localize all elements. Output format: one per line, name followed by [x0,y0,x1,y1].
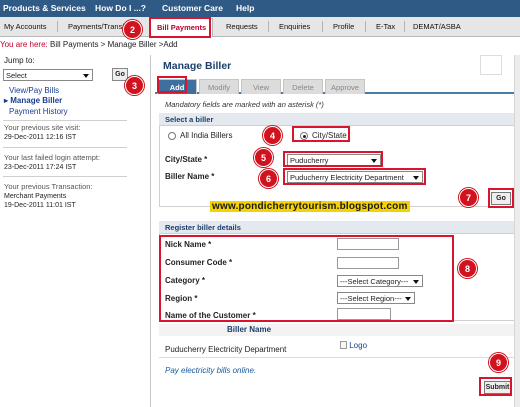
sidebar: Jump to: Select Go View/Pay Bills ▸ Mana… [0,52,130,407]
divider [159,357,519,358]
tab-separator [268,21,269,32]
sidebar-item-label: Manage Biller [10,96,63,105]
failed-login-label: Your last failed login attempt: [4,153,101,162]
step-badge-6: 6 [259,169,278,188]
previous-transaction-info: Your previous Transaction: Merchant Paym… [4,182,93,211]
divider [3,120,127,121]
breadcrumb: You are here: Bill Payments > Manage Bil… [0,40,178,49]
main-tab-bar: My Accounts Payments/Transf Bill Payment… [0,17,520,37]
highlight-city-state-radio [292,126,350,142]
vertical-scrollbar[interactable] [514,55,520,407]
nav-products-services[interactable]: Products & Services [3,3,86,13]
nav-help[interactable]: Help [236,3,254,13]
manage-biller-panel: Manage Biller Add Modify View Delete App… [150,55,520,407]
tab-separator [404,21,405,32]
tab-separator [57,21,58,32]
mandatory-note: Mandatory fields are marked with an aste… [165,100,324,109]
biller-logo-text: Logo [349,341,368,350]
biller-table-header-label: Biller Name [227,325,272,334]
step-badge-4: 4 [263,126,282,145]
last-visit-value: 29-Dec-2011 12:16 IST [4,133,77,141]
highlight-register-fields [159,235,454,322]
highlight-bill-payments-tab [149,17,211,38]
tab-requests[interactable]: Requests [226,22,258,31]
page-title: Manage Biller [163,60,232,72]
register-biller-header: Register biller details [159,221,519,233]
tab-enquiries[interactable]: Enquiries [279,22,310,31]
step-badge-8: 8 [458,259,477,278]
nav-customer-care[interactable]: Customer Care [162,3,223,13]
biller-table-header: Biller Name [159,324,519,336]
highlight-biller-name-select [283,168,426,185]
prev-txn-type: Merchant Payments [4,192,67,200]
city-state-label: City/State * [165,155,208,164]
jump-go-button[interactable]: Go [112,68,128,81]
breadcrumb-prefix: You are here: [0,40,48,49]
prev-txn-label: Your previous Transaction: [4,182,93,191]
step-badge-3: 3 [125,76,144,95]
step-badge-5: 5 [254,148,273,167]
prev-txn-value: 19-Dec-2011 11:01 IST [4,202,76,209]
step-badge-2: 2 [123,20,142,39]
action-subtabs: Add Modify View Delete Approve [155,77,520,94]
tab-separator [365,21,366,32]
highlight-go-button [488,188,514,208]
nav-how-do-i[interactable]: How Do I ...? [95,3,146,13]
divider [3,147,127,148]
tab-profile[interactable]: Profile [333,22,354,31]
blank-box [480,55,502,75]
sidebar-item-view-pay-bills[interactable]: View/Pay Bills [9,86,59,95]
biller-name-label: Biller Name * [165,172,215,181]
subtab-view[interactable]: View [241,79,281,94]
broken-image-icon [340,341,347,349]
radio-all-india-label: All India Billers [180,131,233,140]
failed-login-value: 23-Dec-2011 17:24 IST [4,163,77,171]
radio-all-india[interactable] [168,132,176,140]
last-visit-label: Your previous site visit: [4,123,81,132]
tab-my-accounts[interactable]: My Accounts [4,22,47,31]
highlight-city-state-select [283,151,383,167]
step-badge-9: 9 [489,353,508,372]
jump-to-label: Jump to: [4,56,35,65]
failed-login-info: Your last failed login attempt: 23-Dec-2… [4,153,100,172]
subtab-modify[interactable]: Modify [199,79,239,94]
tab-separator [322,21,323,32]
step-badge-7: 7 [459,188,478,207]
tab-payments-transfers[interactable]: Payments/Transf [68,22,124,31]
last-visit-info: Your previous site visit: 29-Dec-2011 12… [4,123,80,142]
chevron-down-icon [83,74,89,78]
pay-bills-link[interactable]: Pay electricity bills online. [165,366,256,375]
sidebar-item-manage-biller[interactable]: ▸ Manage Biller [4,96,62,105]
biller-table-name: Puducherry Electricity Department [165,345,287,354]
watermark-text: www.pondicherrytourism.blogspot.com [210,201,410,212]
biller-logo: Logo [340,341,367,350]
tab-demat-asba[interactable]: DEMAT/ASBA [413,22,461,31]
breadcrumb-path: Bill Payments > Manage Biller >Add [49,40,178,49]
jump-to-select[interactable]: Select [3,69,93,81]
select-biller-header: Select a biller [159,113,519,125]
subtab-delete[interactable]: Delete [283,79,323,94]
top-navigation: Products & Services How Do I ...? Custom… [0,0,520,17]
tab-e-tax[interactable]: E-Tax [376,22,395,31]
jump-to-value: Select [6,71,27,80]
divider [3,176,127,177]
highlight-add-subtab [157,76,187,93]
highlight-submit-button [479,377,512,396]
subtab-approve[interactable]: Approve [325,79,365,94]
sidebar-item-payment-history[interactable]: Payment History [9,107,68,116]
